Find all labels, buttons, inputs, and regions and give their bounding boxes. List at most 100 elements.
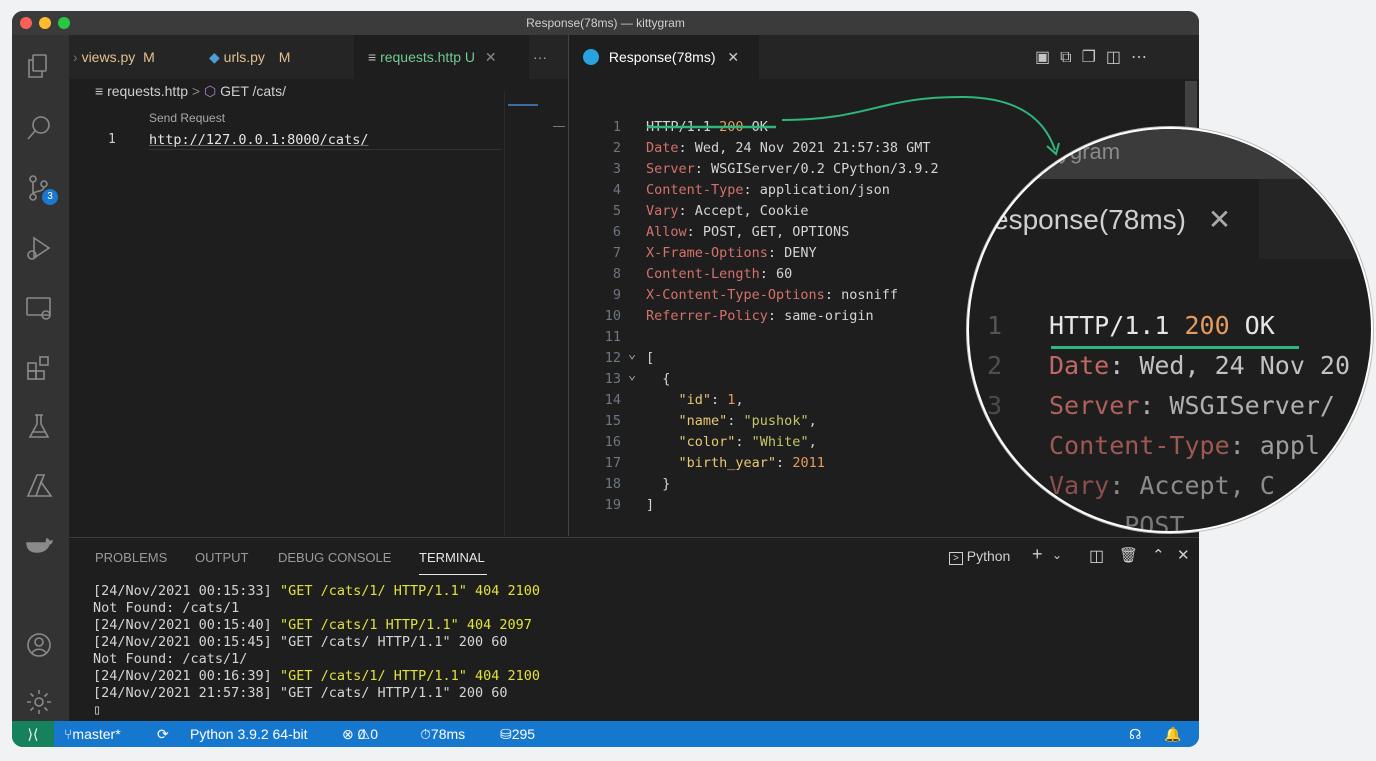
source-control-icon[interactable]: 3 <box>24 173 58 205</box>
more-tabs-button[interactable]: ··· <box>533 35 547 79</box>
terminal-line: [24/Nov/2021 00:15:33] "GET /cats/1/ HTT… <box>93 583 540 600</box>
header-name: Date <box>646 140 679 156</box>
branch-name: master* <box>72 726 121 742</box>
branch-status[interactable]: ⑂ master* <box>64 721 121 747</box>
magnifier-circle: ygram esponse(78ms) ✕ 1 HTTP/1.1 200 OK 2 D… <box>967 127 1373 533</box>
settings-gear-icon[interactable] <box>24 687 56 719</box>
tab-problems[interactable]: PROBLEMS <box>95 550 167 565</box>
terminal-line: [24/Nov/2021 00:15:40] "GET /cats/1 HTTP… <box>93 617 532 634</box>
line-number: 18 <box>604 476 621 492</box>
header-name: Vary <box>1049 471 1110 500</box>
header-value: : Accept, C <box>1109 471 1275 500</box>
split-terminal-icon[interactable]: ◫ <box>1089 546 1104 566</box>
tab-response[interactable]: Response(78ms) ✕ <box>569 35 759 79</box>
header-name: Content-Length <box>646 266 760 282</box>
azure-icon[interactable] <box>24 471 56 503</box>
tab-urls-py[interactable]: ◆ urls.py M <box>209 35 349 79</box>
send-request-codelens[interactable]: Send Request <box>149 111 225 125</box>
line-number: 11 <box>604 329 621 345</box>
maximize-panel-icon[interactable]: ⌃ <box>1152 546 1165 564</box>
header-value: } <box>646 476 671 492</box>
header-value: : POST, GET, OPTIONS <box>686 224 850 240</box>
remote-explorer-icon[interactable] <box>24 293 56 325</box>
tab-views-py[interactable]: › views.py M <box>73 35 193 79</box>
breadcrumb: ≡ requests.http > ⬡ GET /cats/ <box>95 83 286 100</box>
header-name: Server <box>1049 391 1140 420</box>
breadcrumb-symbol[interactable]: GET /cats/ <box>220 83 286 99</box>
json-key: "birth_year" <box>646 455 777 471</box>
run-debug-icon[interactable] <box>24 233 56 265</box>
title-bar: Response(78ms) — kittygram <box>12 11 1199 35</box>
terminal-icon: > <box>949 552 963 565</box>
response-size-value: 295 B <box>511 726 536 742</box>
testing-icon[interactable] <box>24 411 56 443</box>
save-response-icon[interactable]: ▣ <box>1035 49 1060 66</box>
chevron-down-icon[interactable]: ⌄ <box>1052 548 1062 562</box>
json-key: "id" <box>646 392 712 408</box>
breadcrumb-file[interactable]: requests.http <box>107 83 188 99</box>
split-editor-icon[interactable]: ◫ <box>1106 49 1131 66</box>
minimize-window-button[interactable] <box>39 17 51 29</box>
close-icon: ✕ <box>1207 204 1232 235</box>
line-number: 1 <box>108 132 116 147</box>
editor-split-divider[interactable] <box>568 35 569 536</box>
save-body-icon[interactable]: ⧉ <box>1060 49 1081 66</box>
remote-icon[interactable]: ⟩⟨ <box>12 721 54 747</box>
more-actions-icon[interactable]: ⋯ <box>1131 49 1157 66</box>
tab-terminal[interactable]: TERMINAL <box>419 550 485 565</box>
terminal-line: Not Found: /cats/1 <box>93 600 239 617</box>
close-panel-icon[interactable]: ✕ <box>1177 546 1190 564</box>
json-key: "name" <box>646 413 728 429</box>
sync-icon[interactable]: ⟳ <box>157 721 169 747</box>
notifications-bell-icon[interactable]: 🔔 <box>1164 721 1181 747</box>
feedback-icon[interactable]: ☊ <box>1129 721 1141 747</box>
log-text: [24/Nov/2021 00:15:40] <box>93 617 280 633</box>
new-terminal-icon[interactable]: + <box>1032 544 1043 565</box>
source-control-badge: 3 <box>42 189 58 205</box>
tab-label: views.py <box>81 49 136 65</box>
symbol-icon: ⬡ <box>203 83 217 99</box>
maximize-window-button[interactable] <box>58 17 70 29</box>
magnified-tab: esponse(78ms) ✕ <box>993 203 1231 236</box>
close-window-button[interactable] <box>20 17 32 29</box>
close-tab-icon[interactable]: ✕ <box>727 49 739 65</box>
extensions-icon[interactable] <box>24 353 56 385</box>
response-line: 15 "name": "pushok", <box>587 411 817 432</box>
line-number: 14 <box>604 392 621 408</box>
terminal-shell[interactable]: > Python <box>949 548 1011 565</box>
problems-status[interactable]: ⊗ 0 ⚠ 0 <box>342 721 378 747</box>
line-number: 8 <box>612 266 621 282</box>
response-size[interactable]: ⛁ 295 B <box>500 721 535 747</box>
line-number: 1 <box>987 311 1003 340</box>
explorer-icon[interactable] <box>24 51 56 83</box>
response-line: 4 Content-Type: application/json <box>587 180 890 201</box>
request-url[interactable]: http://127.0.0.1:8000/cats/ <box>149 132 368 148</box>
trash-icon[interactable]: 🗑 <box>1119 546 1138 564</box>
line-number: 3 <box>987 391 1003 420</box>
tab-debug-console[interactable]: DEBUG CONSOLE <box>278 550 391 565</box>
close-tab-icon[interactable]: ✕ <box>485 49 497 65</box>
docker-icon[interactable] <box>24 529 56 561</box>
header-value: : application/json <box>743 182 890 198</box>
account-icon[interactable] <box>24 630 56 662</box>
tab-requests-http[interactable]: ≡ requests.http U ✕ <box>354 35 529 79</box>
header-name: Date <box>1049 351 1110 380</box>
header-name: Vary <box>646 203 679 219</box>
fold-chevron-icon[interactable]: ⌄ <box>628 365 636 386</box>
response-line: 5 Vary: Accept, Cookie <box>587 201 809 222</box>
copy-icon[interactable]: ❐ <box>1082 49 1106 66</box>
line-number: 19 <box>604 497 621 513</box>
response-line: 3 Server: WSGIServer/0.2 CPython/3.9.2 <box>587 159 939 180</box>
header-value: ] <box>646 497 655 513</box>
fold-chevron-icon[interactable]: ⌄ <box>628 344 636 365</box>
header-value: : Accept, Cookie <box>678 203 809 219</box>
shell-name: Python <box>966 548 1011 564</box>
json-string: "White" <box>751 434 809 450</box>
tab-output[interactable]: OUTPUT <box>195 550 248 565</box>
search-icon[interactable] <box>24 113 56 145</box>
header-value: POST <box>1049 511 1185 533</box>
python-interpreter[interactable]: Python 3.9.2 64-bit <box>190 721 308 747</box>
response-time[interactable]: ⏱ 78ms <box>420 721 465 747</box>
header-name: X-Frame-Options <box>646 245 768 261</box>
response-line: 8 Content-Length: 60 <box>587 264 792 285</box>
